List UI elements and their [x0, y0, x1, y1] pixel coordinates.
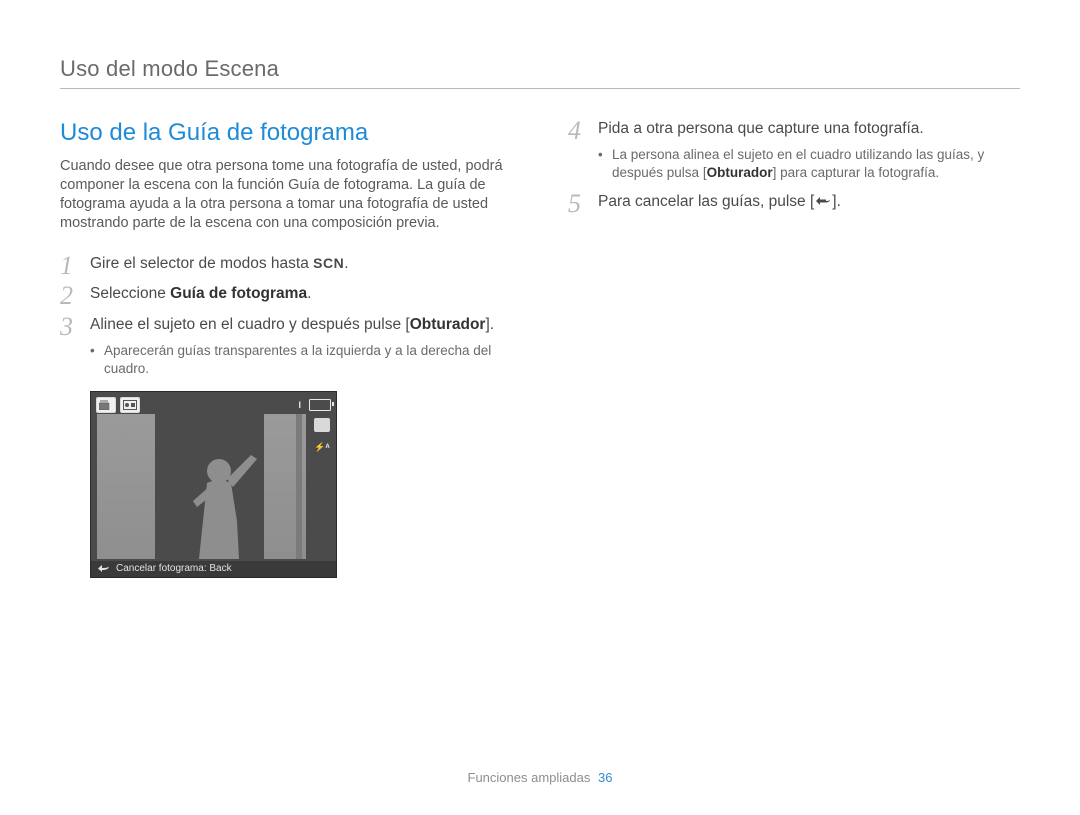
battery-icon — [309, 399, 331, 411]
step-4-sub-1: La persona alinea el sujeto en el cuadro… — [598, 146, 1020, 182]
step-3-text-suffix: ]. — [485, 316, 494, 333]
step-4-sub-1-suffix: ] para capturar la fotografía. — [773, 165, 940, 180]
camera-bottombar: Cancelar fotograma: Back — [91, 561, 336, 577]
camera-topbar: I — [96, 397, 331, 413]
guide-overlay-right — [264, 414, 306, 559]
step-1-text-suffix: . — [344, 255, 348, 272]
page-footer: Funciones ampliadas 36 — [0, 770, 1080, 785]
step-5-text-prefix: Para cancelar las guías, pulse [ — [598, 193, 814, 210]
camera-mode-icon-1 — [314, 418, 330, 432]
camera-bottom-label: Cancelar fotograma: Back — [116, 563, 232, 574]
subject-silhouette — [179, 449, 265, 559]
intro-paragraph: Cuando desee que otra persona tome una f… — [60, 157, 512, 234]
content-columns: Uso de la Guía de fotograma Cuando desee… — [60, 119, 1020, 578]
right-column: Pida a otra persona que capture una foto… — [568, 119, 1020, 578]
camera-preview: I ⚡ᴬ — [90, 391, 337, 578]
step-4: Pida a otra persona que capture una foto… — [568, 119, 1020, 182]
section-title: Uso de la Guía de fotograma — [60, 119, 512, 147]
page-header: Uso del modo Escena — [60, 56, 1020, 89]
step-5: Para cancelar las guías, pulse [ ]. — [568, 192, 1020, 213]
step-4-sub-1-bold: Obturador — [707, 165, 773, 180]
guide-overlay-left — [97, 414, 155, 559]
footer-section: Funciones ampliadas — [468, 770, 591, 785]
footer-page-number: 36 — [598, 770, 612, 785]
step-2-bold: Guía de fotograma — [170, 285, 307, 302]
step-3-text-prefix: Alinee el sujeto en el cuadro y después … — [90, 316, 410, 333]
scn-mode-icon: SCN — [313, 254, 344, 273]
page: Uso del modo Escena Uso de la Guía de fo… — [0, 0, 1080, 815]
back-arrow-icon — [814, 194, 832, 208]
step-4-sublist: La persona alinea el sujeto en el cuadro… — [598, 146, 1020, 182]
step-2-text-suffix: . — [307, 285, 311, 302]
frame-guide-badge-icon — [120, 397, 140, 413]
left-column: Uso de la Guía de fotograma Cuando desee… — [60, 119, 512, 578]
step-3-bold: Obturador — [410, 316, 486, 333]
header-title: Uso del modo Escena — [60, 56, 279, 81]
step-3-sub-1: Aparecerán guías transparentes a la izqu… — [90, 342, 512, 378]
flash-auto-icon: ⚡ᴬ — [314, 440, 330, 454]
scn-badge-icon — [96, 397, 116, 413]
step-3: Alinee el sujeto en el cuadro y después … — [60, 315, 512, 378]
step-5-text-suffix: ]. — [832, 193, 841, 210]
steps-list-right: Pida a otra persona que capture una foto… — [568, 119, 1020, 213]
step-4-text: Pida a otra persona que capture una foto… — [598, 120, 924, 137]
camera-counter: I — [298, 400, 301, 410]
step-2: Seleccione Guía de fotograma. — [60, 284, 512, 305]
step-1-text-prefix: Gire el selector de modos hasta — [90, 255, 313, 272]
camera-rightbar: ⚡ᴬ — [313, 418, 331, 454]
back-icon — [97, 563, 111, 574]
step-1: Gire el selector de modos hasta SCN. — [60, 254, 512, 275]
step-3-sublist: Aparecerán guías transparentes a la izqu… — [90, 342, 512, 378]
step-2-text-prefix: Seleccione — [90, 285, 170, 302]
steps-list-left: Gire el selector de modos hasta SCN. Sel… — [60, 254, 512, 379]
